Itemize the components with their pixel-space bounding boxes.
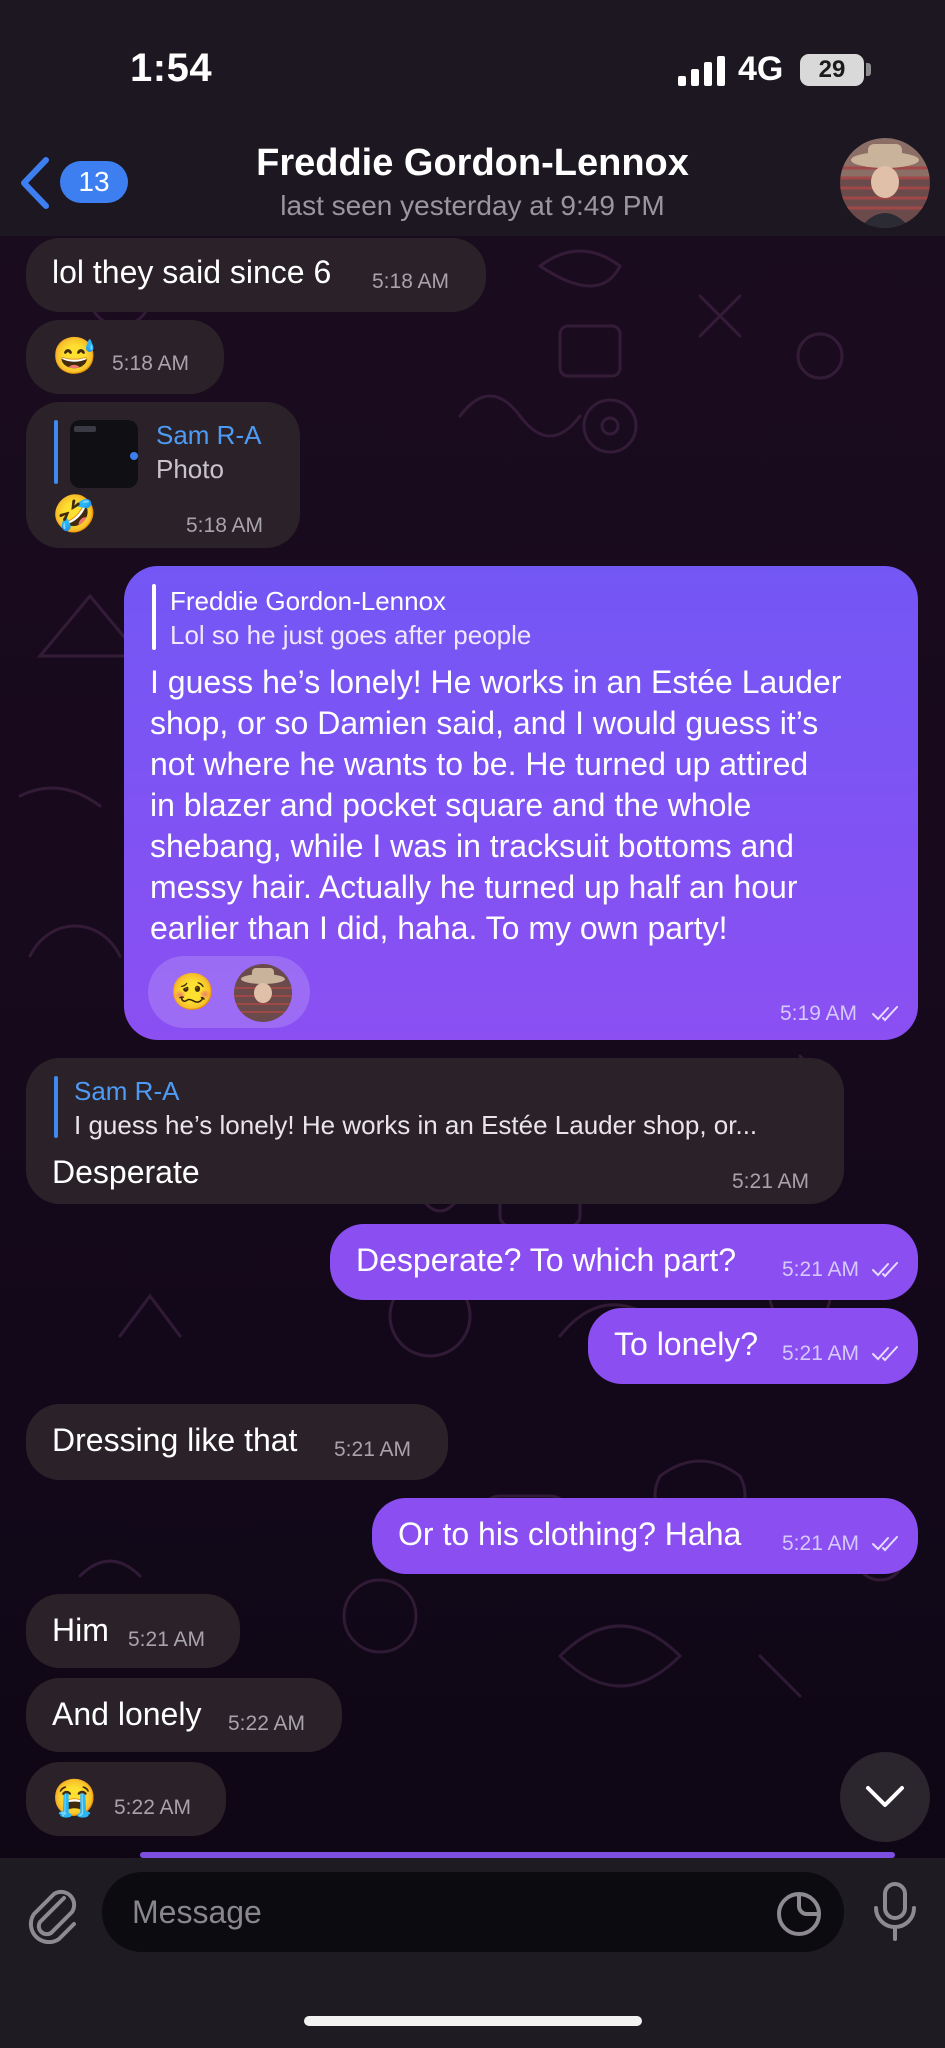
message-bubble-incoming[interactable]: lol they said since 6 5:18 AM <box>26 238 486 312</box>
read-checkmarks-icon <box>872 1536 898 1552</box>
message-text-line: shebang, while I was in tracksuit bottom… <box>150 828 794 864</box>
message-text-line: messy hair. Actually he turned up half a… <box>150 869 798 905</box>
message-time: 5:18 AM <box>112 352 190 375</box>
message-bubble-incoming[interactable]: Sam R-A Photo 🤣 5:18 AM <box>26 402 300 548</box>
paperclip-icon[interactable] <box>24 1884 80 1944</box>
message-text: Or to his clothing? Haha <box>398 1516 742 1552</box>
reaction-emoji: 🥴 <box>170 971 215 1012</box>
reply-sender-name: Freddie Gordon-Lennox <box>170 586 447 616</box>
scroll-to-bottom-button[interactable] <box>840 1752 930 1842</box>
message-bubble-incoming[interactable]: Dressing like that 5:21 AM <box>26 1404 448 1480</box>
message-text: Dressing like that <box>52 1422 298 1458</box>
reaction-avatar <box>234 964 292 1022</box>
message-time: 5:18 AM <box>186 514 264 537</box>
message-input[interactable] <box>102 1872 844 1952</box>
message-text: Desperate <box>52 1154 200 1190</box>
message-time: 5:21 AM <box>782 1342 860 1365</box>
reply-photo-thumbnail[interactable] <box>70 420 138 488</box>
emoji-sweat-smile: 😅 <box>52 335 97 376</box>
read-checkmarks-icon <box>872 1006 898 1022</box>
message-time: 5:21 AM <box>128 1628 206 1651</box>
chat-header: 1:54 4G 29 13 Freddie Gordon-Lennox last… <box>0 0 945 236</box>
last-seen-status: last seen yesterday at 9:49 PM <box>280 190 665 221</box>
sticker-icon[interactable] <box>775 1890 823 1938</box>
message-time: 5:19 AM <box>780 1002 858 1025</box>
reply-indicator <box>152 584 156 650</box>
message-time: 5:22 AM <box>114 1796 192 1819</box>
message-text: And lonely <box>52 1696 202 1732</box>
reaction-chip[interactable]: 🥴 <box>148 956 310 1028</box>
message-text-line: earlier than I did, haha. To my own part… <box>150 910 728 946</box>
status-time: 1:54 <box>130 46 213 90</box>
message-bubble-outgoing[interactable]: Freddie Gordon-Lennox Lol so he just goe… <box>124 566 918 1040</box>
reply-sender-name: Sam R-A <box>156 420 262 450</box>
reply-sender-name: Sam R-A <box>74 1076 180 1106</box>
message-bubble-outgoing[interactable]: Desperate? To which part? 5:21 AM <box>330 1224 918 1300</box>
message-text-line: I guess he’s lonely! He works in an Esté… <box>150 664 842 700</box>
message-text-line: shop, or so Damien said, and I would gue… <box>150 705 819 741</box>
message-bubble-outgoing[interactable]: To lonely? 5:21 AM <box>588 1308 918 1384</box>
emoji-rofl: 🤣 <box>52 493 97 534</box>
read-checkmarks-icon <box>872 1346 898 1362</box>
message-time: 5:22 AM <box>228 1712 306 1735</box>
message-time: 5:21 AM <box>334 1438 412 1461</box>
battery-tip <box>866 63 871 76</box>
signal-icon <box>678 56 725 86</box>
message-time: 5:18 AM <box>372 270 450 293</box>
message-text-line: in blazer and pocket square and the whol… <box>150 787 752 823</box>
read-checkmarks-icon <box>872 1262 898 1278</box>
message-bubble-incoming[interactable]: Sam R-A I guess he’s lonely! He works in… <box>26 1058 844 1204</box>
message-text: Him <box>52 1612 109 1648</box>
contact-avatar[interactable] <box>840 138 930 228</box>
message-text: Desperate? To which part? <box>356 1242 737 1278</box>
reply-preview-text: Lol so he just goes after people <box>170 620 532 650</box>
message-bubble-incoming[interactable]: 😭 5:22 AM <box>26 1762 226 1836</box>
reply-preview-text: Photo <box>156 454 224 484</box>
battery-icon: 29 <box>800 54 864 86</box>
message-text: lol they said since 6 <box>52 254 332 290</box>
reply-indicator <box>54 1076 58 1138</box>
microphone-icon[interactable] <box>870 1880 920 1944</box>
reply-preview-text: I guess he’s lonely! He works in an Esté… <box>74 1110 758 1140</box>
home-indicator <box>304 2016 642 2026</box>
message-bubble-incoming[interactable]: Him 5:21 AM <box>26 1594 240 1668</box>
message-bubble-incoming[interactable]: And lonely 5:22 AM <box>26 1678 342 1752</box>
message-time: 5:21 AM <box>782 1532 860 1555</box>
reply-indicator <box>54 420 58 484</box>
emoji-loudly-crying: 😭 <box>52 1777 97 1818</box>
network-label: 4G <box>738 50 784 88</box>
contact-name[interactable]: Freddie Gordon-Lennox <box>0 142 945 185</box>
chevron-down-icon <box>866 1786 904 1807</box>
message-time: 5:21 AM <box>732 1170 810 1193</box>
message-bubble-outgoing[interactable]: Or to his clothing? Haha 5:21 AM <box>372 1498 918 1574</box>
message-text: To lonely? <box>614 1326 759 1362</box>
message-text-line: not where he wants to be. He turned up a… <box>150 746 809 782</box>
message-bubble-incoming[interactable]: 😅 5:18 AM <box>26 320 224 394</box>
message-time: 5:21 AM <box>782 1258 860 1281</box>
